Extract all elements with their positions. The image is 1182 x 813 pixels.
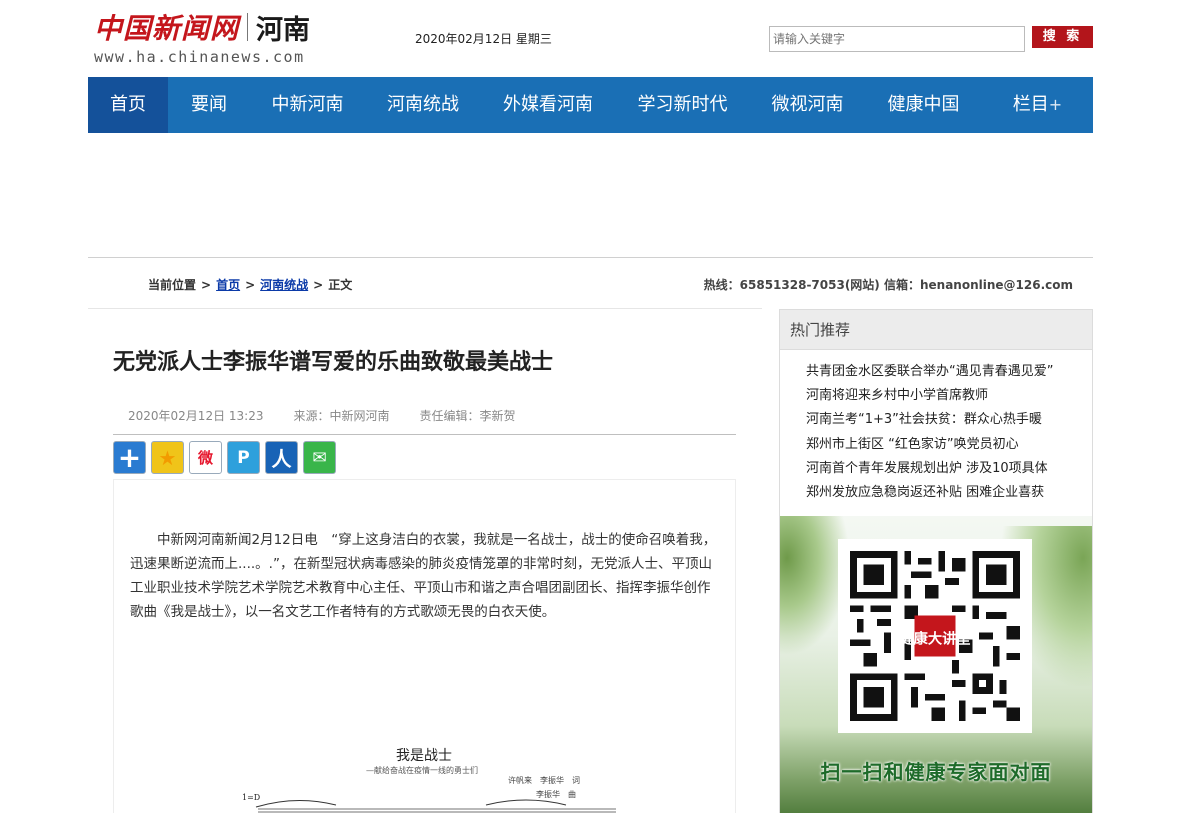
nav-item-label: 栏目: [1012, 94, 1049, 115]
hot-list-item[interactable]: 共青团金水区委联合举办“遇见青春遇见爱”: [806, 360, 1068, 384]
nav-item-label: 要闻: [191, 94, 227, 115]
nav-item-label: 学习新时代: [637, 94, 728, 115]
logo-domain-text: www.ha.chinanews.com: [94, 48, 305, 66]
breadcrumb-home-link[interactable]: 首页: [216, 278, 240, 292]
article-paragraph: 中新网河南新闻2月12日电 “穿上这身洁白的衣裳，我就是一名战士，战士的使命召唤…: [130, 532, 717, 620]
contact-info: 热线：65851328-7053(网站) 信箱：henanonline@126.…: [703, 278, 1073, 292]
article-top-border: [88, 308, 762, 309]
search-input[interactable]: [769, 26, 1025, 52]
nav-item-4[interactable]: 外媒看河南: [481, 77, 615, 133]
nav-item-label: 健康中国: [887, 94, 960, 115]
breadcrumb: 当前位置 > 首页 > 河南统战 > 正文: [148, 276, 352, 293]
logo-chinese-text: 中国新闻网: [94, 12, 240, 45]
nav-item-7[interactable]: 健康中国: [865, 77, 982, 133]
article-editor: 责任编辑：李新贺: [419, 409, 516, 423]
main-nav: 首页 要闻 中新河南 河南统战 外媒看河南 学习新时代 微视河南 健康中国 栏目+: [88, 77, 1093, 133]
nav-item-5[interactable]: 学习新时代: [615, 77, 750, 133]
hot-list-item[interactable]: 河南兰考“1+3”社会扶贫：群众心热手暖: [806, 408, 1068, 432]
qr-center-label: 健康大讲堂: [899, 629, 970, 647]
ad-slogan: 扫一扫和健康专家面对面: [820, 760, 1052, 784]
logo-region-text: 河南: [256, 14, 311, 46]
breadcrumb-separator: >: [201, 278, 212, 292]
health-ad-banner[interactable]: 健康大讲堂 扫一扫和健康专家面对面: [780, 516, 1092, 813]
breadcrumb-current: 正文: [328, 278, 353, 292]
nav-item-label: 中新河南: [271, 94, 344, 115]
logo-divider: [247, 13, 249, 41]
breadcrumb-prefix: 当前位置: [148, 278, 197, 292]
nav-item-2[interactable]: 中新河南: [250, 77, 365, 133]
article-title: 无党派人士李振华谱写爱的乐曲致敬最美战士: [113, 350, 554, 375]
nav-more-icon: +: [1048, 95, 1063, 114]
nav-item-1[interactable]: 要闻: [168, 77, 250, 133]
renren-icon[interactable]: 人: [265, 441, 298, 474]
hot-list-item[interactable]: 郑州市上街区 “红色家访”唤党员初心: [806, 433, 1068, 457]
nav-item-8[interactable]: 栏目+: [982, 77, 1093, 133]
sidebar-heading: 热门推荐: [780, 310, 1092, 350]
hot-list: 共青团金水区委联合举办“遇见青春遇见爱” 河南将迎来乡村中小学首席教师 河南兰考“1…: [780, 350, 1092, 505]
nav-item-label: 首页: [110, 94, 146, 115]
tencent-weibo-icon[interactable]: P: [227, 441, 260, 474]
nav-item-label: 河南统战: [387, 94, 459, 115]
qr-code: 健康大讲堂: [838, 539, 1032, 733]
score-staff-lines: [255, 799, 616, 813]
weibo-icon[interactable]: 微: [189, 441, 222, 474]
hot-list-item[interactable]: 河南将迎来乡村中小学首席教师: [806, 384, 1068, 408]
article-meta: 2020年02月12日 13:23 来源：中新网河南 责任编辑：李新贺: [128, 407, 546, 424]
breadcrumb-section-link[interactable]: 河南统战: [260, 278, 308, 292]
site-logo[interactable]: 中国新闻网 河南 www.ha.chinanews.com: [94, 10, 326, 68]
breadcrumb-separator: >: [245, 278, 256, 292]
page: 中国新闻网 河南 www.ha.chinanews.com 2020年02月12…: [0, 0, 1182, 813]
hot-list-item[interactable]: 郑州发放应急稳岗返还补贴 困难企业喜获: [806, 481, 1068, 505]
article-source: 来源：中新网河南: [293, 409, 390, 423]
sidebar: 热门推荐 共青团金水区委联合举办“遇见青春遇见爱” 河南将迎来乡村中小学首席教师河…: [779, 309, 1093, 813]
sheet-music-image: 我是战士 —献给奋战在疫情一线的勇士们 许帆来 李振华 词 李振华 曲 1=D: [236, 743, 636, 813]
article-time: 2020年02月12日 13:23: [128, 409, 264, 423]
qr-code-image: 健康大讲堂: [850, 551, 1020, 721]
current-date: 2020年02月12日 星期三: [415, 32, 552, 46]
share-bar: + ★ 微 P 人 ✉: [113, 441, 336, 474]
breadcrumb-separator: >: [313, 278, 324, 292]
logo-main: 中国新闻网 河南: [94, 10, 326, 46]
qzone-icon[interactable]: ★: [151, 441, 184, 474]
nav-item-3[interactable]: 河南统战: [365, 77, 481, 133]
hot-list-item[interactable]: 河南首个青年发展规划出炉 涉及10项具体: [806, 457, 1068, 481]
meta-divider: [113, 434, 736, 435]
nav-item-0[interactable]: 首页: [88, 77, 168, 133]
wechat-icon[interactable]: ✉: [303, 441, 336, 474]
search-button[interactable]: 搜 索: [1032, 26, 1093, 48]
nav-item-label: 外媒看河南: [503, 94, 593, 115]
nav-item-6[interactable]: 微视河南: [750, 77, 865, 133]
section-divider: [88, 257, 1093, 258]
nav-item-label: 微视河南: [771, 94, 844, 115]
share-more-icon[interactable]: +: [113, 441, 146, 474]
